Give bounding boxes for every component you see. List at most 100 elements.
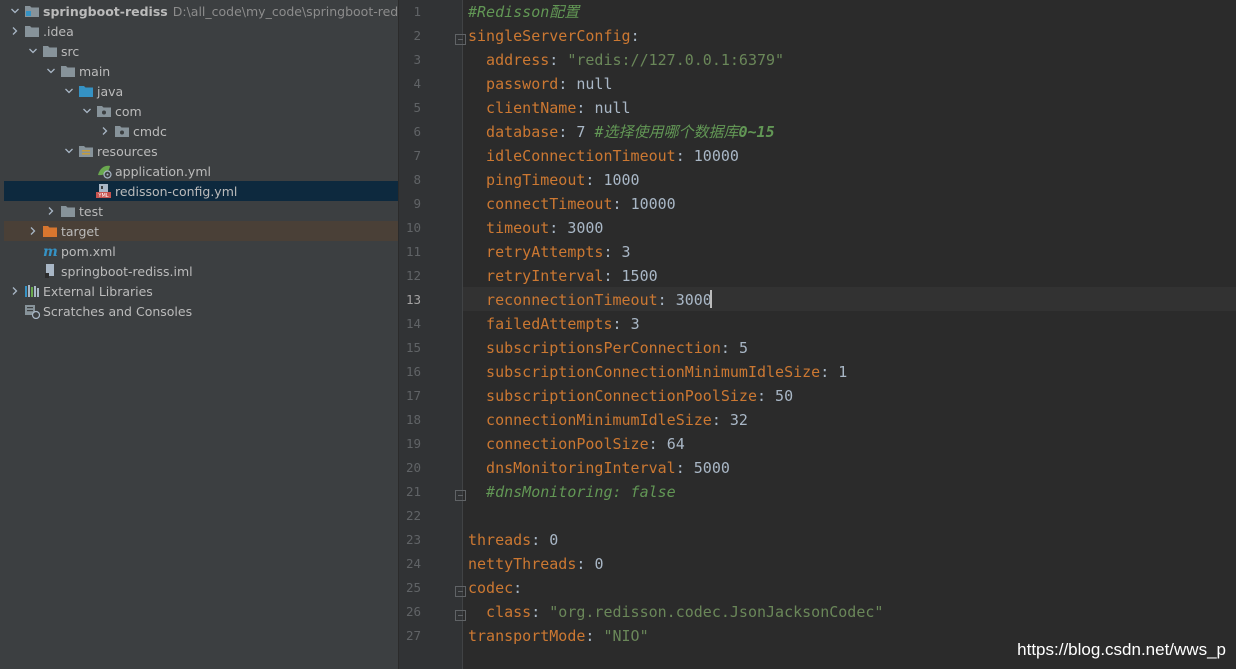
code-token: retryAttempts: [468, 243, 604, 261]
fold-marker-icon[interactable]: [455, 486, 466, 501]
tree-item-idea[interactable]: .idea: [4, 21, 398, 41]
code-line[interactable]: subscriptionConnectionPoolSize: 50: [468, 384, 793, 408]
tree-item-redisson-config-yml[interactable]: YML redisson-config.yml: [4, 181, 398, 201]
tree-item-root[interactable]: springboot-rediss D:\all_code\my_code\spr…: [4, 1, 398, 21]
code-line[interactable]: database: 7 #选择使用哪个数据库0~15: [468, 120, 775, 144]
tree-item-application-yml[interactable]: application.yml: [4, 161, 398, 181]
code-token: :: [603, 243, 622, 261]
code-line[interactable]: threads: 0: [468, 528, 558, 552]
code-token: null: [594, 99, 631, 117]
chevron-right-icon[interactable]: [8, 24, 22, 38]
code-token: reconnectionTimeout: [468, 291, 658, 309]
code-line[interactable]: #Redisson配置: [468, 0, 579, 24]
tree-item-com[interactable]: com: [4, 101, 398, 121]
code-token: 10000: [630, 195, 676, 213]
code-token: :: [657, 291, 676, 309]
line-number: 7: [413, 148, 421, 163]
watermark: https://blog.csdn.net/wws_p: [1017, 640, 1226, 659]
tree-item-scratches-and-consoles[interactable]: Scratches and Consoles: [4, 301, 398, 321]
code-line[interactable]: address: "redis://127.0.0.1:6379": [468, 48, 784, 72]
code-line[interactable]: reconnectionTimeout: 3000: [468, 288, 712, 312]
code-token: 0~15: [738, 123, 775, 141]
chevron-right-icon[interactable]: [44, 204, 58, 218]
line-number: 21: [405, 484, 421, 499]
code-line[interactable]: codec:: [468, 576, 522, 600]
code-line[interactable]: singleServerConfig:: [468, 24, 640, 48]
code-token: 5000: [693, 459, 730, 477]
code-token: #Redisson配置: [468, 3, 580, 21]
tree-item-target[interactable]: target: [4, 221, 398, 241]
code-token: database: [468, 123, 559, 141]
fold-marker-icon[interactable]: [455, 606, 466, 621]
code-line[interactable]: idleConnectionTimeout: 10000: [468, 144, 739, 168]
code-token: :: [756, 387, 776, 405]
folder-icon: [42, 43, 58, 59]
chevron-right-icon[interactable]: [8, 284, 22, 298]
tree-item-label: springboot-rediss.iml: [61, 263, 193, 279]
code-line[interactable]: pingTimeout: 1000: [468, 168, 640, 192]
text-caret: [710, 290, 712, 308]
line-number: 27: [405, 628, 421, 643]
line-number: 1: [413, 4, 421, 19]
line-number: 22: [405, 508, 421, 523]
code-line[interactable]: retryAttempts: 3: [468, 240, 631, 264]
tree-item-test[interactable]: test: [4, 201, 398, 221]
svg-text:m: m: [43, 244, 58, 259]
tree-item-external-libraries[interactable]: External Libraries: [4, 281, 398, 301]
chevron-right-icon[interactable]: [98, 124, 112, 138]
code-token: :: [531, 603, 550, 621]
code-token: codec: [468, 579, 514, 597]
code-token: subscriptionConnectionPoolSize: [468, 387, 757, 405]
tree-item-pom-xml[interactable]: m pom.xml: [4, 241, 398, 261]
folder-icon: [60, 63, 76, 79]
code-line[interactable]: nettyThreads: 0: [468, 552, 603, 576]
code-token: subscriptionConnectionMinimumIdleSize: [468, 363, 821, 381]
code-token: 0: [594, 555, 604, 573]
code-token: "NIO": [603, 627, 649, 645]
tree-item-cmdc[interactable]: cmdc: [4, 121, 398, 141]
code-token: 1: [838, 363, 848, 381]
code-line[interactable]: connectionPoolSize: 64: [468, 432, 685, 456]
line-number: 5: [413, 100, 421, 115]
code-token: :: [549, 51, 568, 69]
code-token: :: [675, 147, 694, 165]
code-line[interactable]: connectTimeout: 10000: [468, 192, 676, 216]
code-line[interactable]: class: "org.redisson.codec.JsonJacksonCo…: [468, 600, 883, 624]
tree-item-label: src: [61, 43, 80, 59]
code-line[interactable]: password: null: [468, 72, 612, 96]
folder-icon: [60, 203, 76, 219]
code-line[interactable]: #dnsMonitoring: false: [468, 480, 676, 504]
tree-item-label: test: [79, 203, 104, 219]
code-line[interactable]: connectionMinimumIdleSize: 32: [468, 408, 748, 432]
code-line[interactable]: transportMode: "NIO": [468, 624, 649, 648]
code-line[interactable]: retryInterval: 1500: [468, 264, 658, 288]
chevron-down-icon[interactable]: [80, 104, 94, 118]
fold-marker-icon[interactable]: [455, 30, 466, 45]
fold-marker-icon[interactable]: [455, 582, 466, 597]
tree-item-java[interactable]: java: [4, 81, 398, 101]
tree-item-main[interactable]: main: [4, 61, 398, 81]
code-line[interactable]: failedAttempts: 3: [468, 312, 640, 336]
tree-item-src[interactable]: src: [4, 41, 398, 61]
code-line[interactable]: clientName: null: [468, 96, 631, 120]
scratches-icon: [24, 303, 40, 319]
chevron-right-icon[interactable]: [26, 224, 40, 238]
code-token: "redis://127.0.0.1:6379": [567, 51, 785, 69]
chevron-down-icon[interactable]: [62, 84, 76, 98]
code-token: :: [558, 75, 577, 93]
code-line[interactable]: dnsMonitoringInterval: 5000: [468, 456, 730, 480]
code-line[interactable]: subscriptionsPerConnection: 5: [468, 336, 748, 360]
folder-icon: [24, 23, 40, 39]
tree-item-springboot-rediss-iml[interactable]: springboot-rediss.iml: [4, 261, 398, 281]
chevron-down-icon[interactable]: [44, 64, 58, 78]
chevron-down-icon[interactable]: [62, 144, 76, 158]
svg-text:YML: YML: [97, 193, 108, 199]
code-token: failedAttempts: [468, 315, 613, 333]
code-line[interactable]: timeout: 3000: [468, 216, 603, 240]
chevron-down-icon[interactable]: [26, 44, 40, 58]
chevron-down-icon[interactable]: [8, 4, 22, 18]
tree-item-resources[interactable]: resources: [4, 141, 398, 161]
project-path: D:\all_code\my_code\springboot-rediss: [172, 3, 398, 19]
code-line[interactable]: subscriptionConnectionMinimumIdleSize: 1: [468, 360, 847, 384]
